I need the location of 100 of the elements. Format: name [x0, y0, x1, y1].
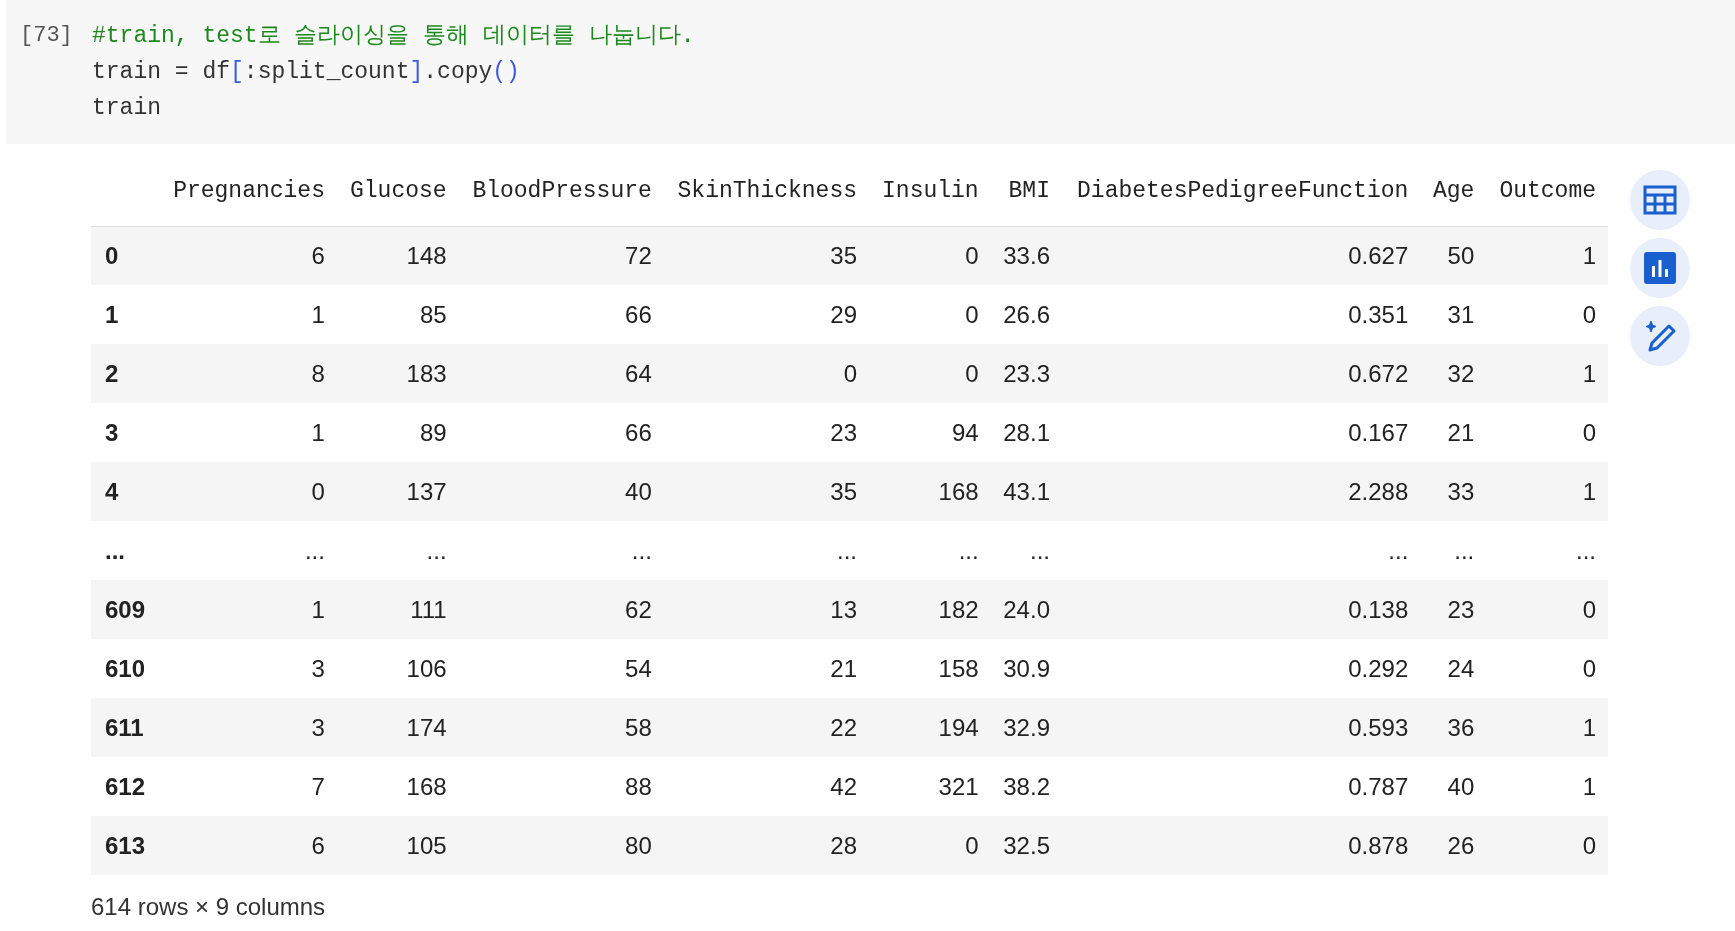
table-cell: 2.288 — [1348, 477, 1409, 505]
row-index: 3 — [105, 418, 119, 446]
table-cell: 24 — [1447, 654, 1475, 682]
table-cell: 168 — [938, 477, 979, 505]
table-cell: 1 — [311, 300, 325, 328]
table-cell: 23 — [1447, 595, 1475, 623]
table-cell: 40 — [1447, 772, 1475, 800]
table-cell: 35 — [830, 241, 857, 269]
table-cell: 31 — [1447, 300, 1475, 328]
table-cell: 28 — [830, 831, 857, 859]
table-summary: 614 rows × 9 columns — [91, 892, 327, 922]
table-cell: ... — [1454, 536, 1475, 564]
table-cell: 0 — [1582, 418, 1596, 446]
table-cell: 38.2 — [1003, 772, 1050, 800]
table-cell: 1 — [1582, 772, 1596, 800]
table-cell: 40 — [625, 477, 652, 505]
table-cell: ... — [837, 536, 857, 564]
table-cell: 0.672 — [1348, 359, 1409, 387]
column-header: BloodPressure — [472, 177, 652, 204]
table-cell: 1 — [1582, 359, 1596, 387]
column-header: Glucose — [350, 177, 447, 204]
table-cell: 0 — [311, 477, 325, 505]
table-cell: 0 — [965, 831, 979, 859]
table-cell: 30.9 — [1003, 654, 1050, 682]
table-cell: ... — [1388, 536, 1409, 564]
table-cell: ... — [426, 536, 447, 564]
table-cell: 1 — [311, 418, 325, 446]
table-cell: 0 — [965, 300, 979, 328]
row-index: 4 — [105, 477, 119, 505]
table-cell: 158 — [938, 654, 979, 682]
table-cell: 105 — [406, 831, 447, 859]
column-header: BMI — [1008, 177, 1050, 204]
table-cell: ... — [1029, 536, 1050, 564]
table-cell: 1 — [1582, 241, 1596, 269]
code-line: #train, test로 슬라이싱을 통해 데이터를 나눕니다. — [92, 22, 695, 51]
column-header: Insulin — [882, 177, 979, 204]
row-index: 1 — [105, 300, 119, 328]
bar-chart-icon — [1644, 252, 1676, 284]
table-cell: 0.878 — [1348, 831, 1409, 859]
row-index: ... — [105, 536, 125, 564]
table-cell: 43.1 — [1003, 477, 1050, 505]
table-cell: 29 — [830, 300, 857, 328]
table-cell: 64 — [625, 359, 652, 387]
table-cell: 26.6 — [1003, 300, 1050, 328]
code-line: train — [92, 94, 162, 123]
column-header: SkinThickness — [677, 177, 857, 204]
table-cell: 42 — [830, 772, 857, 800]
table-cell: 58 — [625, 713, 652, 741]
table-cell: 35 — [830, 477, 857, 505]
table-cell: 8 — [311, 359, 325, 387]
table-cell: 0 — [965, 359, 979, 387]
table-cell: 0 — [1582, 595, 1596, 623]
table-cell: 137 — [406, 477, 447, 505]
table-cell: ... — [631, 536, 652, 564]
table-cell: 174 — [406, 713, 447, 741]
column-header: Pregnancies — [173, 177, 325, 204]
table-cell: 182 — [938, 595, 979, 623]
table-cell: 0 — [1582, 300, 1596, 328]
table-cell: 21 — [1447, 418, 1475, 446]
table-cell: 0 — [1582, 654, 1596, 682]
table-cell: 23.3 — [1003, 359, 1050, 387]
row-index: 613 — [105, 831, 146, 859]
table-cell: 66 — [625, 300, 652, 328]
table-cell: 3 — [311, 654, 325, 682]
table-cell: 80 — [625, 831, 652, 859]
table-cell: 36 — [1447, 713, 1475, 741]
table-cell: 13 — [830, 595, 857, 623]
table-cell: 111 — [410, 595, 447, 623]
table-cell: 72 — [625, 241, 652, 269]
table-cell: 0.593 — [1348, 713, 1409, 741]
table-cell: ... — [958, 536, 979, 564]
column-header: Outcome — [1499, 177, 1596, 204]
table-cell: 62 — [625, 595, 652, 623]
table-cell: 85 — [419, 300, 447, 328]
table-cell: 168 — [406, 772, 447, 800]
table-cell: 6 — [311, 241, 325, 269]
table-cell: ... — [304, 536, 325, 564]
table-cell: 0 — [965, 241, 979, 269]
code-cell[interactable]: [73] #train, test로 슬라이싱을 통해 데이터를 나눕니다. train = df[:split_count].copy() train — [6, 0, 1735, 144]
table-cell: 54 — [625, 654, 652, 682]
table-cell: 0.787 — [1348, 772, 1409, 800]
table-cell: 0.167 — [1348, 418, 1409, 446]
table-cell: 89 — [419, 418, 447, 446]
table-cell: 21 — [830, 654, 857, 682]
table-cell: 32 — [1447, 359, 1475, 387]
table-cell: 50 — [1447, 241, 1475, 269]
table-icon — [1643, 185, 1677, 215]
table-cell: 0 — [1582, 831, 1596, 859]
table-cell: 26 — [1447, 831, 1475, 859]
table-cell: 0.292 — [1348, 654, 1409, 682]
table-cell: 33.6 — [1003, 241, 1050, 269]
table-cell: 6 — [311, 831, 325, 859]
table-cell: 0 — [843, 359, 857, 387]
table-cell: 0.138 — [1348, 595, 1409, 623]
table-cell: 1 — [311, 595, 325, 623]
row-index: 0 — [105, 241, 119, 269]
column-header: Age — [1432, 177, 1475, 204]
table-cell: 148 — [406, 241, 447, 269]
table-cell: 28.1 — [1003, 418, 1050, 446]
table-cell: 1 — [1582, 477, 1596, 505]
